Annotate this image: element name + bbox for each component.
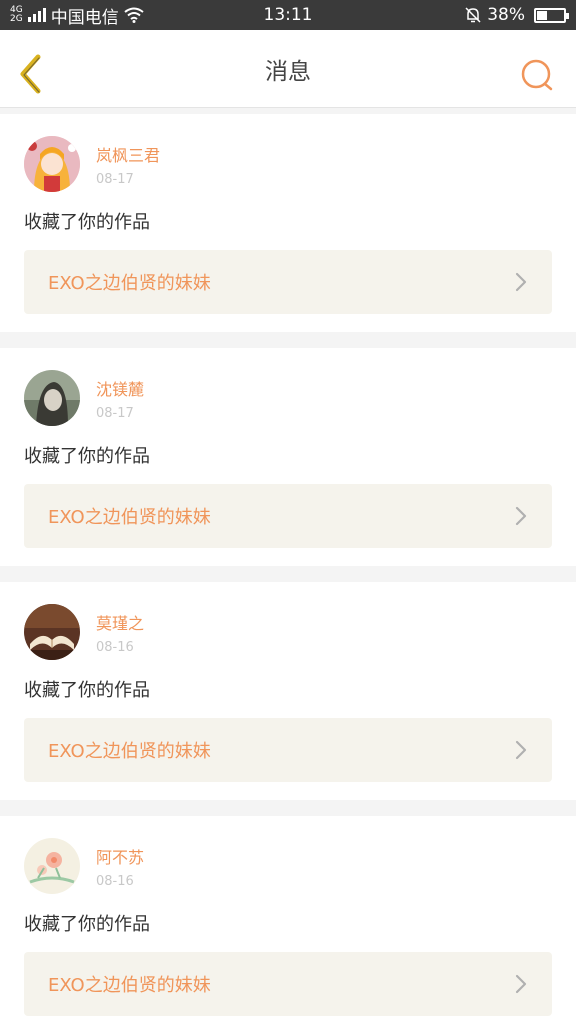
username[interactable]: 沈镁麓 (96, 376, 144, 400)
battery-percent: 38% (487, 5, 525, 25)
message-card: 莫瑾之 08-16 收藏了你的作品 EXO之边伯贤的妹妹 (0, 582, 576, 800)
username[interactable]: 岚枫三君 (96, 142, 160, 166)
message-date: 08-17 (96, 406, 134, 421)
chevron-right-icon (515, 974, 527, 994)
avatar[interactable] (24, 370, 80, 426)
status-left: 4G 2G 中国电信 (10, 3, 144, 28)
message-header: 莫瑾之 08-16 (24, 604, 552, 662)
action-text: 收藏了你的作品 (24, 680, 150, 701)
user-meta: 沈镁麓 08-17 (96, 370, 144, 421)
message-date: 08-16 (96, 640, 134, 655)
message-date: 08-17 (96, 172, 134, 187)
battery-icon (534, 7, 569, 23)
message-date: 08-16 (96, 874, 134, 889)
message-header: 沈镁麓 08-17 (24, 370, 552, 428)
header-bar: 消息 (0, 30, 576, 108)
bell-muted-icon (465, 7, 481, 23)
search-icon[interactable] (520, 58, 554, 92)
message-header: 阿不苏 08-16 (24, 838, 552, 896)
carrier-label: 中国电信 (50, 7, 119, 28)
status-right: 38% (464, 5, 569, 25)
network-type: 4G 2G (10, 5, 23, 24)
avatar[interactable] (24, 604, 80, 660)
chevron-left-icon[interactable] (16, 54, 46, 94)
action-text: 收藏了你的作品 (24, 446, 150, 467)
work-title: EXO之边伯贤的妹妹 (48, 273, 211, 294)
user-meta: 阿不苏 08-16 (96, 838, 144, 889)
username[interactable]: 阿不苏 (96, 844, 144, 868)
status-bar: 4G 2G 中国电信 13:11 38% (0, 0, 576, 30)
message-card: 岚枫三君 08-17 收藏了你的作品 EXO之边伯贤的妹妹 (0, 114, 576, 332)
work-title: EXO之边伯贤的妹妹 (48, 741, 211, 762)
user-meta: 莫瑾之 08-16 (96, 604, 144, 655)
action-text: 收藏了你的作品 (24, 914, 150, 935)
user-meta: 岚枫三君 08-17 (96, 136, 160, 187)
avatar[interactable] (24, 838, 80, 894)
work-title: EXO之边伯贤的妹妹 (48, 507, 211, 528)
work-link[interactable]: EXO之边伯贤的妹妹 (24, 484, 552, 548)
work-link[interactable]: EXO之边伯贤的妹妹 (24, 952, 552, 1016)
page-title: 消息 (265, 58, 311, 85)
message-card: 沈镁麓 08-17 收藏了你的作品 EXO之边伯贤的妹妹 (0, 348, 576, 566)
avatar[interactable] (24, 136, 80, 192)
message-list: 岚枫三君 08-17 收藏了你的作品 EXO之边伯贤的妹妹 沈镁麓 08-17 … (0, 108, 576, 1024)
work-title: EXO之边伯贤的妹妹 (48, 975, 211, 996)
action-text: 收藏了你的作品 (24, 212, 150, 233)
chevron-right-icon (515, 506, 527, 526)
work-link[interactable]: EXO之边伯贤的妹妹 (24, 718, 552, 782)
wifi-icon (124, 7, 144, 23)
chevron-right-icon (515, 272, 527, 292)
work-link[interactable]: EXO之边伯贤的妹妹 (24, 250, 552, 314)
chevron-right-icon (515, 740, 527, 760)
username[interactable]: 莫瑾之 (96, 610, 144, 634)
message-card: 阿不苏 08-16 收藏了你的作品 EXO之边伯贤的妹妹 (0, 816, 576, 1024)
message-header: 岚枫三君 08-17 (24, 136, 552, 194)
signal-icon (27, 8, 46, 22)
